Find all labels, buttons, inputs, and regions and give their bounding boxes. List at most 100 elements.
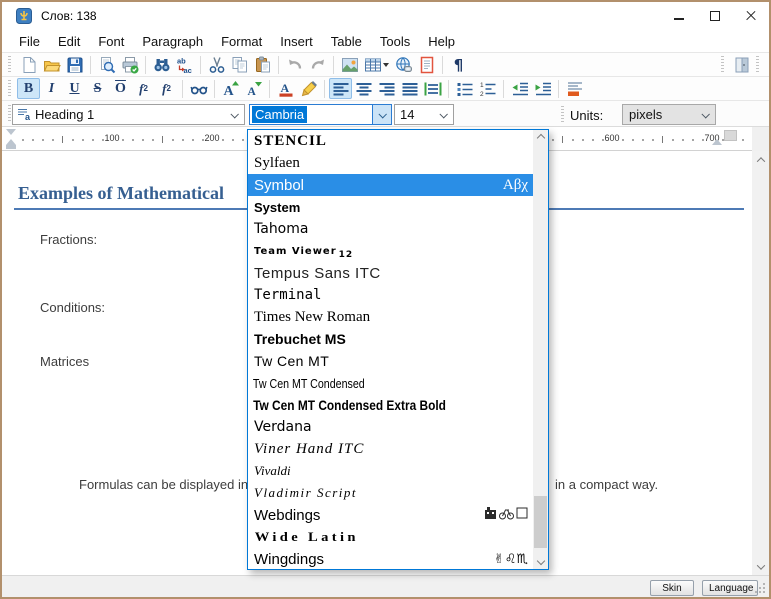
font-option-viner-hand-itc[interactable]: Viner Hand ITC bbox=[248, 438, 533, 460]
font-option-tahoma[interactable]: Tahoma bbox=[248, 218, 533, 240]
font-option-wide-latin[interactable]: Wide Latin bbox=[248, 526, 533, 548]
insert-image-button[interactable] bbox=[338, 54, 361, 75]
font-option-vladimir-script[interactable]: Vladimir Script bbox=[248, 482, 533, 504]
insert-table-button[interactable] bbox=[361, 54, 392, 75]
subscript-button[interactable]: f2 bbox=[132, 78, 155, 99]
side-panel-button[interactable] bbox=[730, 54, 753, 75]
reading-glasses-button[interactable] bbox=[187, 78, 210, 99]
undo-button[interactable] bbox=[283, 54, 306, 75]
bullet-list-button[interactable] bbox=[453, 78, 476, 99]
font-option-times-new-roman[interactable]: Times New Roman bbox=[248, 306, 533, 328]
cut-button[interactable] bbox=[205, 54, 228, 75]
menu-item-file[interactable]: File bbox=[10, 32, 49, 51]
menu-item-paragraph[interactable]: Paragraph bbox=[133, 32, 212, 51]
font-option-webdings[interactable]: Webdings bbox=[248, 504, 533, 526]
print-preview-button[interactable] bbox=[95, 54, 118, 75]
scrollbar-thumb[interactable] bbox=[534, 496, 547, 548]
menu-item-tools[interactable]: Tools bbox=[371, 32, 419, 51]
italic-button[interactable]: I bbox=[40, 78, 63, 99]
copy-button[interactable] bbox=[228, 54, 251, 75]
font-option-terminal[interactable]: Terminal bbox=[248, 284, 533, 306]
toolbar-grip[interactable] bbox=[721, 56, 724, 73]
font-option-trebuchet-ms[interactable]: Trebuchet MS bbox=[248, 328, 533, 350]
menu-item-format[interactable]: Format bbox=[212, 32, 271, 51]
align-left-button[interactable] bbox=[329, 78, 352, 99]
scroll-down-arrow-icon[interactable] bbox=[533, 553, 548, 569]
toolbar-grip[interactable] bbox=[8, 56, 11, 73]
find-button[interactable] bbox=[150, 54, 173, 75]
skin-button[interactable]: Skin bbox=[650, 580, 694, 596]
menu-item-help[interactable]: Help bbox=[419, 32, 464, 51]
font-color-button[interactable]: A bbox=[274, 78, 297, 99]
paste-button[interactable] bbox=[251, 54, 274, 75]
font-option-symbol[interactable]: SymbolΑβχ bbox=[248, 174, 533, 196]
superscript-button[interactable]: f2 bbox=[155, 78, 178, 99]
maximize-button[interactable] bbox=[697, 2, 733, 30]
menu-item-font[interactable]: Font bbox=[89, 32, 133, 51]
print-button[interactable] bbox=[118, 54, 141, 75]
increase-indent-button[interactable] bbox=[531, 78, 554, 99]
ruler-margin-box[interactable] bbox=[724, 130, 737, 141]
font-option-verdana[interactable]: Verdana bbox=[248, 416, 533, 438]
menu-item-insert[interactable]: Insert bbox=[271, 32, 322, 51]
overline-button[interactable]: O bbox=[109, 78, 132, 99]
paragraph-shading-button[interactable] bbox=[563, 78, 586, 99]
first-line-indent-marker[interactable] bbox=[6, 129, 16, 135]
copy-icon bbox=[231, 56, 249, 74]
replace-button[interactable]: abac bbox=[173, 54, 196, 75]
bold-button[interactable]: B bbox=[17, 78, 40, 99]
underline-button[interactable]: U bbox=[63, 78, 86, 99]
minimize-icon bbox=[674, 18, 684, 20]
font-option-teamviewer12[interactable]: Team Viewer12 bbox=[248, 240, 533, 262]
font-option-tw-cen-mt[interactable]: Tw Cen MT bbox=[248, 350, 533, 372]
font-list-scrollbar[interactable] bbox=[533, 130, 548, 569]
close-button[interactable] bbox=[733, 2, 769, 30]
right-indent-marker[interactable] bbox=[712, 139, 722, 145]
font-option-wingdings[interactable]: Wingdings✌♌♏ bbox=[248, 548, 533, 569]
new-document-button[interactable] bbox=[17, 54, 40, 75]
menu-item-edit[interactable]: Edit bbox=[49, 32, 89, 51]
highlight-color-button[interactable] bbox=[297, 78, 320, 99]
toolbar-grip[interactable] bbox=[756, 56, 759, 73]
units-combo[interactable]: pixels bbox=[622, 104, 716, 125]
left-indent-marker[interactable] bbox=[6, 145, 16, 149]
font-option-tempus-sans-itc[interactable]: Tempus Sans ITC bbox=[248, 262, 533, 284]
open-button[interactable] bbox=[40, 54, 63, 75]
font-option-tw-cen-mt-condensed[interactable]: Tw Cen MT Condensed bbox=[248, 372, 482, 394]
window-title: Слов: 138 bbox=[41, 9, 97, 23]
font-option-system[interactable]: System bbox=[248, 196, 533, 218]
toolbar-grip[interactable] bbox=[8, 80, 11, 97]
hyperlink-button[interactable] bbox=[392, 54, 415, 75]
fit-width-button[interactable] bbox=[421, 78, 444, 99]
scroll-up-arrow-icon[interactable] bbox=[533, 130, 548, 146]
scroll-up-arrow-icon[interactable] bbox=[752, 151, 769, 168]
toolbar-grip[interactable] bbox=[561, 106, 564, 123]
menu-item-table[interactable]: Table bbox=[322, 32, 371, 51]
copy-formatting-button[interactable] bbox=[415, 54, 438, 75]
language-button[interactable]: Language bbox=[702, 580, 758, 596]
grow-font-button[interactable]: A bbox=[219, 78, 242, 99]
font-option-stencil[interactable]: STENCIL bbox=[248, 130, 533, 152]
scroll-down-arrow-icon[interactable] bbox=[752, 558, 769, 575]
align-center-button[interactable] bbox=[352, 78, 375, 99]
show-formatting-marks-button[interactable]: ¶ bbox=[447, 54, 470, 75]
resize-grip-icon[interactable] bbox=[755, 583, 766, 594]
font-option-vivaldi[interactable]: Vivaldi bbox=[248, 460, 533, 482]
font-size-combo[interactable]: 14 bbox=[394, 104, 454, 125]
numbered-list-button[interactable]: 12 bbox=[476, 78, 499, 99]
strikethrough-button[interactable]: S bbox=[86, 78, 109, 99]
justify-button[interactable] bbox=[398, 78, 421, 99]
align-right-button[interactable] bbox=[375, 78, 398, 99]
save-button[interactable] bbox=[63, 54, 86, 75]
font-combo-dropdown-button[interactable] bbox=[372, 105, 391, 124]
font-family-combo[interactable]: Cambria bbox=[249, 104, 392, 125]
decrease-indent-button[interactable] bbox=[508, 78, 531, 99]
shrink-font-button[interactable]: A bbox=[242, 78, 265, 99]
font-option-sylfaen[interactable]: Sylfaen bbox=[248, 152, 533, 174]
paragraph-style-combo[interactable]: a Heading 1 bbox=[12, 104, 245, 125]
document-vertical-scrollbar[interactable] bbox=[752, 151, 769, 575]
redo-button[interactable] bbox=[306, 54, 329, 75]
toolbar-grip[interactable] bbox=[8, 105, 11, 122]
minimize-button[interactable] bbox=[661, 2, 697, 30]
font-option-tw-cen-mt-condensed-extra-bold[interactable]: Tw Cen MT Condensed Extra Bold bbox=[248, 394, 490, 416]
